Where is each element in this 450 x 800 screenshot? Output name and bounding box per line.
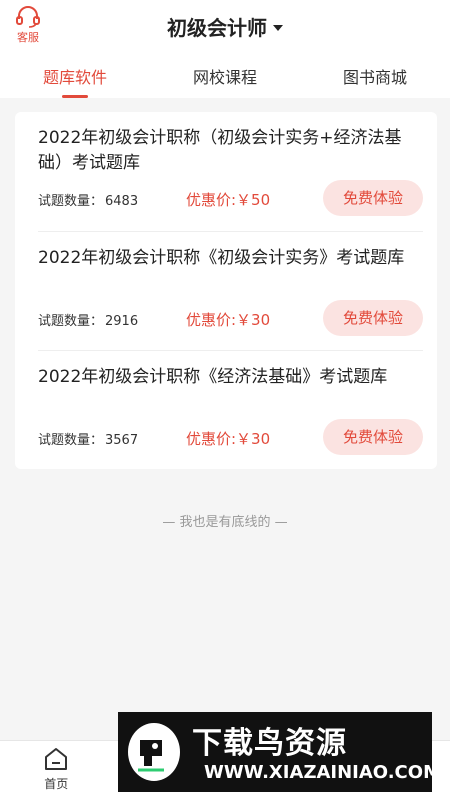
watermark-url: WWW.XIAZAINIAO.COM <box>204 762 441 783</box>
list-item[interactable]: 2022年初级会计职称《经济法基础》考试题库 试题数量： 3567 优惠价:￥30… <box>38 350 423 468</box>
product-title: 2022年初级会计职称《经济法基础》考试题库 <box>38 367 388 387</box>
discount-price: 优惠价:￥30 <box>186 430 271 448</box>
product-info-row: 试题数量： 3567 优惠价:￥30 免费体验 <box>38 419 423 455</box>
watermark-banner: 下载鸟资源 WWW.XIAZAINIAO.COM <box>118 712 441 792</box>
product-list: 2022年初级会计职称（初级会计实务+经济法基础）考试题库 试题数量： 6483 … <box>15 112 437 469</box>
question-count-label: 试题数量： <box>38 194 104 209</box>
product-title: 2022年初级会计职称（初级会计实务+经济法基础）考试题库 <box>38 128 402 173</box>
question-count: 试题数量： 3567 <box>38 429 138 448</box>
category-tabs: 题库软件 网校课程 图书商城 <box>0 64 450 98</box>
tab-online-courses[interactable]: 网校课程 <box>150 64 300 98</box>
page-title: 初级会计师 <box>167 16 267 40</box>
product-info-row: 试题数量： 6483 优惠价:￥50 免费体验 <box>38 180 423 216</box>
question-count-value: 2916 <box>105 314 139 329</box>
list-item[interactable]: 2022年初级会计职称（初级会计实务+经济法基础）考试题库 试题数量： 6483 … <box>38 112 423 230</box>
free-trial-button[interactable]: 免费体验 <box>323 300 423 336</box>
caret-down-icon <box>273 25 283 31</box>
discount-price: 优惠价:￥30 <box>186 311 271 329</box>
free-trial-button[interactable]: 免费体验 <box>323 180 423 216</box>
bird-logo-icon <box>128 723 180 781</box>
tab-book-store[interactable]: 图书商城 <box>300 64 450 98</box>
product-info-row: 试题数量： 2916 优惠价:￥30 免费体验 <box>38 300 423 336</box>
product-title: 2022年初级会计职称《初级会计实务》考试题库 <box>38 248 405 268</box>
list-item[interactable]: 2022年初级会计职称《初级会计实务》考试题库 试题数量： 2916 优惠价:￥3… <box>38 231 423 349</box>
end-of-list-note: — 我也是有底线的 — <box>162 515 288 530</box>
question-count-value: 6483 <box>105 194 139 209</box>
tabbar-label-home: 首页 <box>44 777 69 791</box>
exam-selector[interactable]: 初级会计师 <box>0 12 450 41</box>
home-icon <box>45 748 68 770</box>
top-header: 客服 初级会计师 题库软件 网校课程 图书商城 <box>0 0 450 98</box>
question-count-label: 试题数量： <box>38 433 104 448</box>
question-count: 试题数量： 2916 <box>38 310 138 329</box>
question-count-value: 3567 <box>105 433 139 448</box>
question-count: 试题数量： 6483 <box>38 190 138 209</box>
watermark-text: 下载鸟资源 <box>192 726 347 761</box>
discount-price: 优惠价:￥50 <box>186 191 271 209</box>
tabbar-item-home[interactable]: 首页 <box>0 741 113 800</box>
free-trial-button[interactable]: 免费体验 <box>323 419 423 455</box>
question-count-label: 试题数量： <box>38 314 104 329</box>
tab-question-bank[interactable]: 题库软件 <box>0 64 150 98</box>
